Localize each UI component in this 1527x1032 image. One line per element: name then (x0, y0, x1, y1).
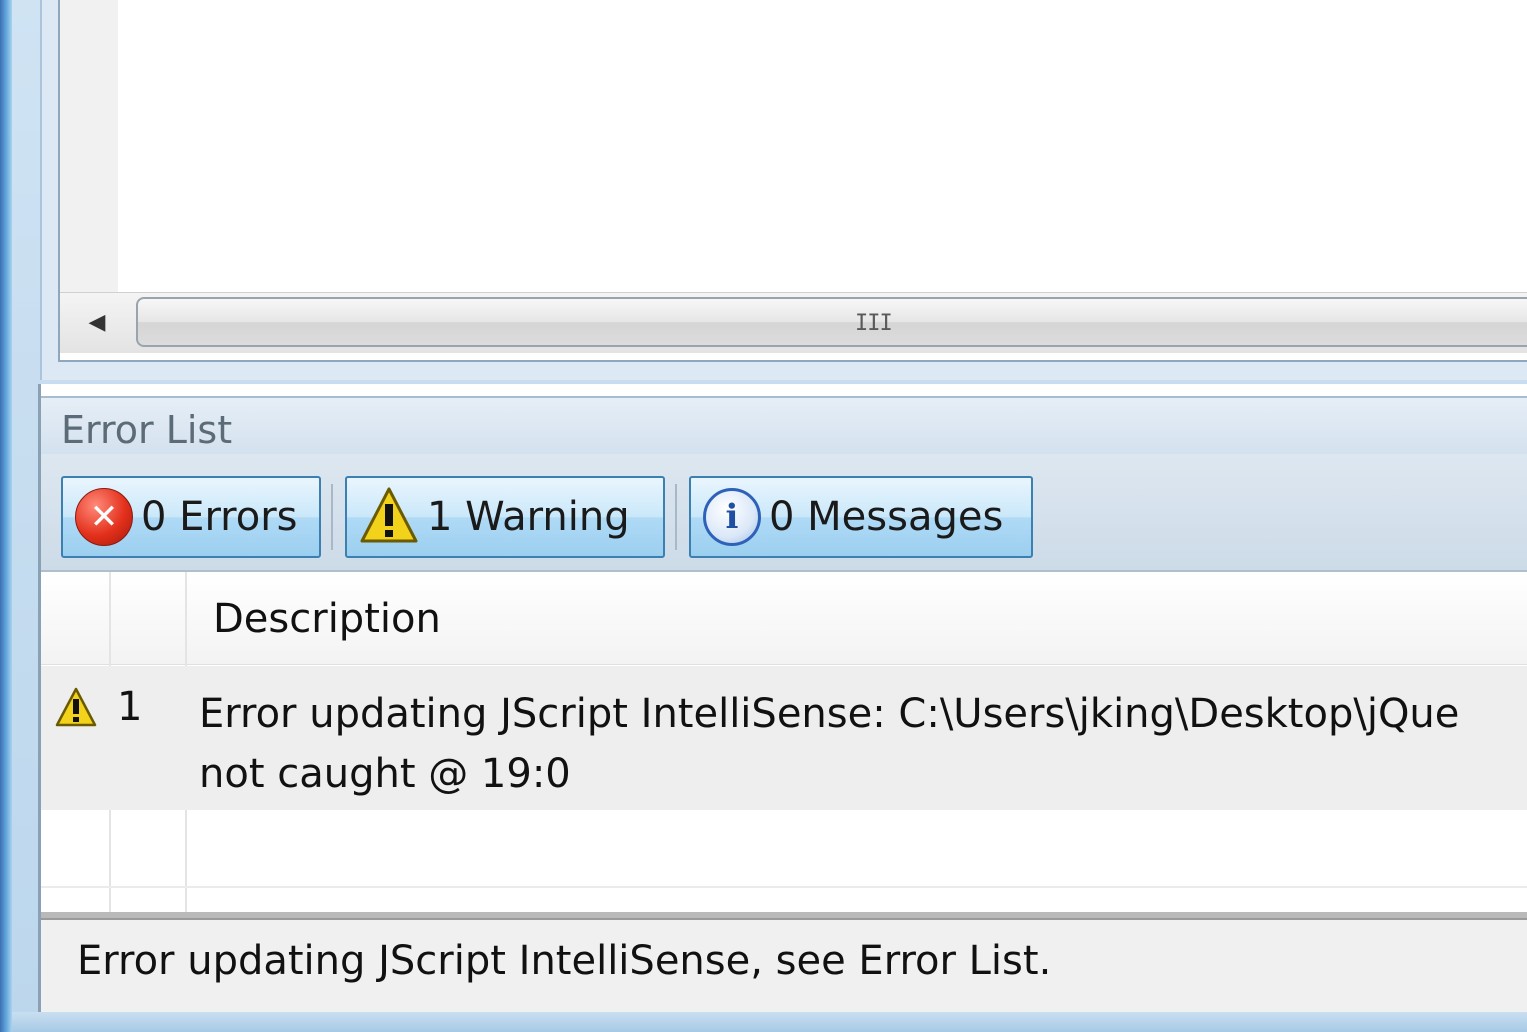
scrollbar-thumb[interactable]: III (136, 297, 1527, 347)
error-list-title-bar[interactable]: Error List (41, 396, 1527, 456)
status-text: Error updating JScript IntelliSense, see… (77, 938, 1052, 984)
row-description-line: Error updating JScript IntelliSense: C:\… (199, 691, 1460, 737)
row-description-line: not caught @ 19:0 (199, 751, 571, 797)
error-list-toolbar: ✕ 0 Errors 1 Warning i 0 Messages (41, 454, 1527, 572)
window-frame-bottom (12, 1012, 1527, 1032)
row-divider (41, 886, 1527, 888)
panel-title: Error List (61, 408, 233, 452)
editor-gutter (60, 0, 118, 292)
info-icon: i (703, 488, 761, 546)
empty-grid-area (41, 810, 1527, 912)
row-description: Error updating JScript IntelliSense: C:\… (199, 684, 1527, 804)
horizontal-scrollbar[interactable]: ◀ III (60, 292, 1527, 353)
column-divider (185, 810, 187, 912)
editor-pane: ◀ III (40, 0, 1527, 380)
column-divider (109, 810, 111, 912)
editor-text-area[interactable] (118, 0, 1527, 292)
warning-icon (55, 686, 97, 732)
row-number: 1 (117, 684, 143, 730)
messages-filter-button[interactable]: i 0 Messages (689, 476, 1033, 558)
warnings-filter-label: 1 Warning (427, 494, 630, 540)
column-header-description[interactable]: Description (213, 596, 441, 642)
error-icon: ✕ (75, 488, 133, 546)
editor-document: ◀ III (58, 0, 1527, 362)
grid-header: Description (41, 572, 1527, 665)
warning-icon (359, 486, 419, 548)
table-row[interactable]: 1 Error updating JScript IntelliSense: C… (41, 666, 1527, 810)
status-bar: Error updating JScript IntelliSense, see… (41, 918, 1527, 1014)
scroll-left-arrow-icon[interactable]: ◀ (82, 309, 112, 337)
window-frame-left (0, 0, 12, 1032)
errors-filter-button[interactable]: ✕ 0 Errors (61, 476, 321, 558)
error-list-panel: Error List ✕ 0 Errors 1 Warning i 0 Mess… (38, 384, 1527, 1014)
messages-filter-label: 0 Messages (769, 494, 1004, 540)
toolbar-separator (331, 484, 333, 550)
errors-filter-label: 0 Errors (141, 494, 298, 540)
warnings-filter-button[interactable]: 1 Warning (345, 476, 665, 558)
toolbar-separator (675, 484, 677, 550)
scrollbar-grip: III (855, 311, 893, 336)
